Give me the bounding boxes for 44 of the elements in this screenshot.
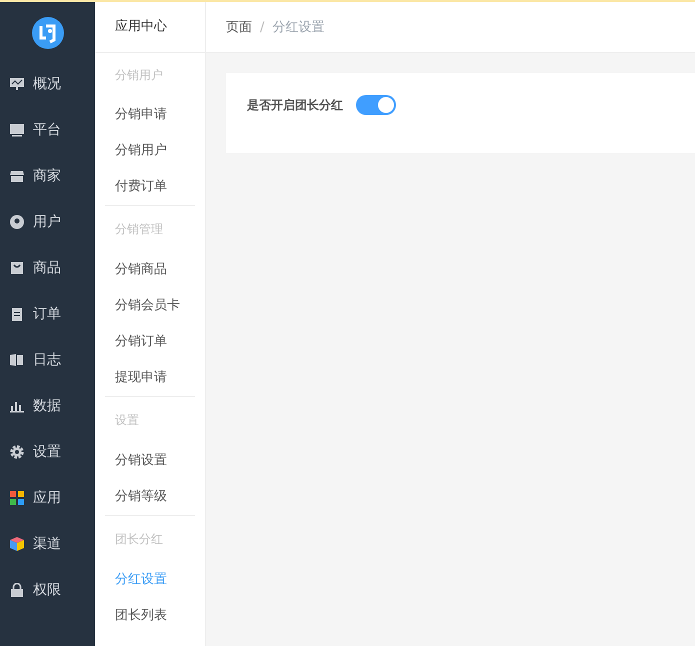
group-heading: 分销用户: [114, 67, 164, 84]
group-heading: 设置: [114, 412, 140, 429]
nav-item[interactable]: 商家: [0, 153, 95, 199]
sub-nav-item[interactable]: 提现申请: [105, 360, 195, 396]
nav-item[interactable]: 商品: [0, 245, 95, 291]
group-heading: 团长分红: [114, 531, 164, 548]
lock-icon: [10, 583, 24, 597]
chart-icon: [10, 77, 24, 91]
nav-item[interactable]: 数据: [0, 383, 95, 429]
clipboard-icon: [10, 307, 24, 321]
sub-nav-item[interactable]: 分销订单: [105, 324, 195, 360]
sub-nav-item[interactable]: 付费订单: [105, 169, 195, 205]
sub-sidebar-title: 应用中心: [95, 2, 205, 53]
sub-nav-item[interactable]: 分销用户: [105, 133, 195, 169]
sub-nav-item[interactable]: 分销设置: [105, 443, 195, 479]
nav-item[interactable]: 权限: [0, 567, 95, 613]
store-icon: [10, 169, 24, 183]
settings-icon: [10, 445, 24, 459]
sub-nav-item[interactable]: 分销商品: [105, 252, 195, 288]
sub-nav-item[interactable]: 分销等级: [105, 479, 195, 515]
nav-item[interactable]: 用户: [0, 199, 95, 245]
nav-item[interactable]: 平台: [0, 107, 95, 153]
nav-item[interactable]: 概况: [0, 61, 95, 107]
nav-item[interactable]: 应用: [0, 475, 95, 521]
cube-icon: [10, 537, 24, 551]
nav-item[interactable]: 日志: [0, 337, 95, 383]
nav-item[interactable]: 设置: [0, 429, 95, 475]
sub-nav-item[interactable]: 分销会员卡: [105, 288, 195, 324]
nav-item[interactable]: 渠道: [0, 521, 95, 567]
monitor-icon: [10, 123, 24, 137]
bar-chart-icon: [10, 399, 24, 413]
book-icon: [10, 353, 24, 367]
sub-nav-item[interactable]: 分销申请: [105, 97, 195, 133]
logo-icon: [32, 17, 64, 49]
nav-item[interactable]: 订单: [0, 291, 95, 337]
breadcrumb-item[interactable]: 页面: [226, 18, 252, 36]
breadcrumb-item: 分红设置: [272, 19, 324, 36]
group-heading: 分销管理: [114, 221, 164, 238]
sub-nav-item[interactable]: 团长列表: [105, 598, 195, 634]
apps-icon: [10, 491, 24, 505]
toggle-switch[interactable]: [356, 95, 396, 115]
bag-icon: [10, 261, 24, 275]
setting-label: 是否开启团长分红: [247, 96, 343, 114]
breadcrumb-separator: /: [260, 20, 264, 34]
